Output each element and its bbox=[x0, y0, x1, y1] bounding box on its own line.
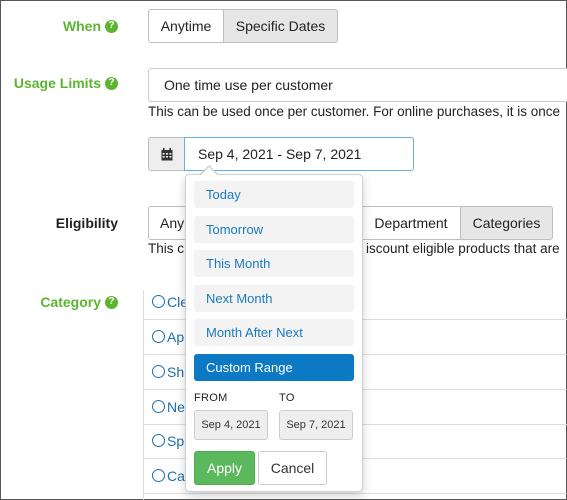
from-label: FROM bbox=[194, 392, 228, 404]
usage-limits-select[interactable]: One time use per customer bbox=[148, 68, 567, 102]
apply-button[interactable]: Apply bbox=[194, 451, 255, 485]
category-radio[interactable] bbox=[152, 400, 165, 413]
category-item-label[interactable]: Sp bbox=[167, 433, 184, 449]
range-next-month[interactable]: Next Month bbox=[194, 285, 354, 312]
category-label: Category ? bbox=[20, 292, 118, 312]
category-radio[interactable] bbox=[152, 295, 165, 308]
categories-button[interactable]: Categories bbox=[461, 206, 553, 240]
category-item-label[interactable]: Ca bbox=[167, 468, 185, 484]
anytime-button[interactable]: Anytime bbox=[148, 9, 224, 43]
range-this-month[interactable]: This Month bbox=[194, 250, 354, 277]
category-radio[interactable] bbox=[152, 469, 165, 482]
specific-dates-button[interactable]: Specific Dates bbox=[224, 9, 338, 43]
when-button-group: Anytime Specific Dates bbox=[148, 9, 338, 43]
range-today[interactable]: Today bbox=[194, 181, 354, 208]
when-label-text: When bbox=[62, 18, 101, 34]
eligibility-help-text-left: This c bbox=[148, 241, 185, 256]
cancel-button[interactable]: Cancel bbox=[258, 451, 327, 485]
help-icon[interactable]: ? bbox=[105, 295, 118, 309]
category-item-label[interactable]: Ne bbox=[167, 399, 185, 415]
date-range-input[interactable]: Sep 4, 2021 - Sep 7, 2021 bbox=[184, 137, 414, 171]
calendar-addon[interactable] bbox=[148, 137, 185, 171]
category-label-text: Category bbox=[40, 294, 101, 310]
help-icon[interactable]: ? bbox=[105, 19, 118, 33]
category-radio[interactable] bbox=[152, 330, 165, 343]
category-item-label[interactable]: Ap bbox=[167, 329, 184, 345]
department-button[interactable]: Department bbox=[362, 206, 461, 240]
eligibility-help-text-right: iscount eligible products that are bbox=[366, 241, 560, 256]
category-radio[interactable] bbox=[152, 365, 165, 378]
calendar-icon bbox=[161, 147, 172, 160]
from-date-input[interactable]: Sep 4, 2021 bbox=[194, 410, 268, 440]
to-date-input[interactable]: Sep 7, 2021 bbox=[279, 410, 353, 440]
usage-limits-label-text: Usage Limits bbox=[13, 75, 101, 91]
when-label: When ? bbox=[20, 16, 118, 36]
to-label: TO bbox=[279, 392, 295, 404]
eligibility-label: Eligibility bbox=[55, 215, 118, 231]
usage-limits-help-text: This can be used once per customer. For … bbox=[148, 104, 560, 119]
range-tomorrow[interactable]: Tomorrow bbox=[194, 216, 354, 243]
range-month-after-next[interactable]: Month After Next bbox=[194, 319, 354, 346]
help-icon[interactable]: ? bbox=[105, 76, 118, 90]
range-custom[interactable]: Custom Range bbox=[194, 354, 354, 381]
picker-caret-fill bbox=[201, 166, 217, 175]
usage-limits-label: Usage Limits ? bbox=[0, 73, 118, 93]
category-item-label[interactable]: Sh bbox=[167, 364, 184, 380]
category-radio[interactable] bbox=[152, 434, 165, 447]
